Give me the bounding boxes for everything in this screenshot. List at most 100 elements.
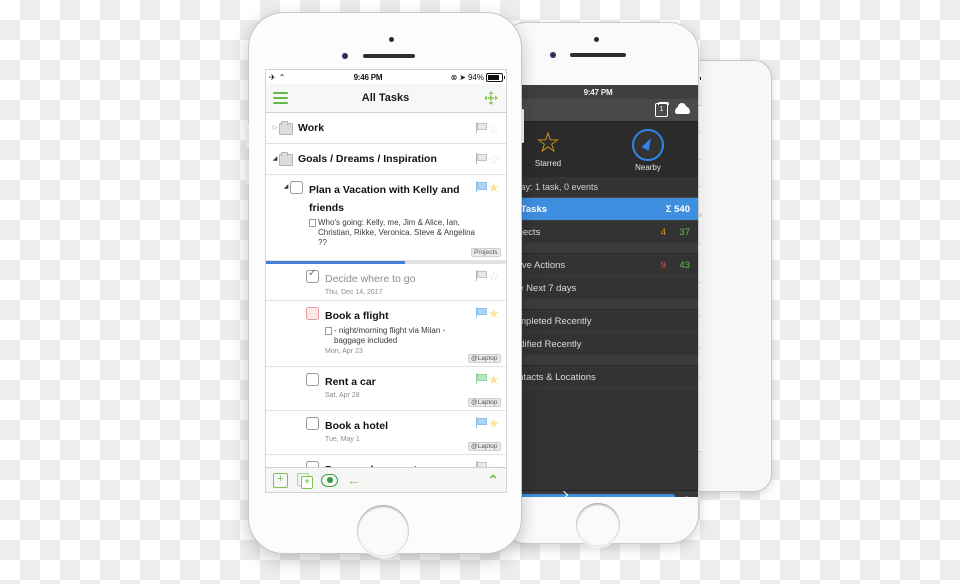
wifi-icon: ⌃	[278, 72, 286, 82]
task-checkbox[interactable]	[306, 416, 319, 430]
pages-icon[interactable]: 1	[655, 101, 669, 117]
proxim-sensor-icon	[342, 53, 348, 59]
phone2-statusbar: 9:47 PM	[498, 85, 698, 99]
sidebar-item-completed-recently[interactable]: Completed Recently	[498, 310, 698, 333]
add-to-inbox-label: Add to Inbox	[571, 496, 626, 497]
task-tag[interactable]: Projects	[470, 248, 501, 257]
sidebar-item-projects[interactable]: Projects 4 37	[498, 221, 698, 244]
sidebar-item-modified-recently[interactable]: Modified Recently	[498, 333, 698, 356]
sidebar-item-count: Σ 540	[665, 203, 690, 215]
chevron-up-icon[interactable]: ⌃	[487, 473, 499, 487]
star-icon[interactable]: ☆	[488, 270, 501, 283]
group-row-work[interactable]: ▷ Work ☆	[266, 113, 506, 144]
task-title: Decide where to go	[325, 272, 416, 285]
phone1-screen: ✈ ⌃ 9:46 PM ⊗ ➤ 94% All Tasks ▷ Work ☆ ◢…	[265, 69, 507, 493]
back-arrow-icon[interactable]: ←	[347, 473, 361, 487]
flag-icon[interactable]	[475, 121, 487, 133]
sidebar-item-label: Modified Recently	[506, 338, 582, 350]
task-checkbox[interactable]	[290, 181, 303, 194]
task-tag[interactable]: @Laptop	[467, 441, 501, 451]
task-tag[interactable]: @Laptop	[467, 397, 501, 407]
star-icon[interactable]: ★	[488, 307, 501, 320]
sidebar-item-label: Active Actions	[506, 259, 566, 271]
alarm-icon: ⊗	[450, 72, 458, 82]
task-note: - night/morning flight via Milan - bagga…	[325, 326, 475, 346]
flag-icon[interactable]	[475, 181, 487, 192]
flag-icon[interactable]	[475, 269, 487, 281]
task-checkbox[interactable]	[306, 268, 319, 283]
disclosure-triangle-icon[interactable]: ▷	[271, 121, 279, 135]
phone1-toolbar: + + ← ⌃	[266, 467, 506, 492]
folder-icon	[279, 151, 293, 166]
star-icon[interactable]: ★	[488, 373, 501, 386]
earpiece-speaker	[363, 54, 415, 58]
sidebar-divider	[498, 244, 698, 254]
task-title: Rent a car	[325, 375, 376, 388]
add-subtask-icon[interactable]: +	[297, 473, 313, 489]
task-checkbox[interactable]	[306, 306, 319, 320]
earpiece-speaker	[570, 53, 626, 57]
phone1-statusbar: ✈ ⌃ 9:46 PM ⊗ ➤ 94%	[266, 70, 506, 84]
task-row[interactable]: Rent a car Sat, Apr 28 ★ @Laptop	[266, 367, 506, 411]
flag-icon[interactable]	[475, 416, 487, 428]
move-arrows-icon[interactable]	[483, 90, 499, 106]
group-label: Work	[298, 122, 325, 134]
sidebar-menu-list: All Tasks Σ 540 Projects 4 37 Active Act…	[498, 198, 698, 490]
disclosure-triangle-icon[interactable]: ◢	[271, 152, 279, 166]
star-icon[interactable]: ★	[488, 181, 501, 194]
disclosure-triangle-icon[interactable]: ◢	[282, 180, 290, 194]
task-title: Plan a Vacation with Kelly and friends	[309, 184, 460, 214]
sidebar-item-due-next-7-days[interactable]: Due Next 7 days	[498, 277, 698, 300]
task-tag[interactable]: @Laptop	[467, 353, 501, 363]
task-row[interactable]: Book a hotel Tue, May 1 ★ @Laptop	[266, 411, 506, 455]
statusbar-right: ⊗ ➤ 94%	[450, 72, 505, 82]
phone1-task-list: ▷ Work ☆ ◢ Goals / Dreams / Inspiration …	[266, 113, 506, 492]
shortcut-label: Nearby	[635, 163, 661, 172]
star-icon[interactable]: ☆	[488, 153, 501, 166]
folder-icon	[279, 120, 293, 135]
eye-view-icon[interactable]	[321, 473, 338, 487]
sidebar-bottom-bar: Add to Inbox ⚙	[498, 490, 698, 497]
sidebar-item-active-actions[interactable]: Active Actions 9 43	[498, 254, 698, 277]
front-camera-icon	[389, 37, 394, 42]
task-row[interactable]: ◢ Plan a Vacation with Kelly and friends…	[266, 175, 506, 261]
compass-icon	[632, 129, 664, 161]
home-button[interactable]	[576, 503, 620, 547]
group-row-goals[interactable]: ◢ Goals / Dreams / Inspiration ☆	[266, 144, 506, 175]
task-checkbox[interactable]	[306, 372, 319, 386]
today-summary-label: Today: 1 task, 0 events	[498, 177, 698, 198]
airplane-icon: ✈	[269, 72, 276, 82]
flag-icon[interactable]	[475, 152, 487, 164]
gear-icon[interactable]: ⚙	[681, 495, 692, 497]
battery-percent-label: 94%	[467, 72, 484, 82]
shortcut-nearby[interactable]: Nearby	[598, 129, 698, 172]
flag-icon[interactable]	[475, 306, 487, 318]
statusbar-left: ✈ ⌃	[269, 73, 285, 82]
volume-button	[246, 159, 249, 185]
sidebar-item-all-tasks[interactable]: All Tasks Σ 540	[498, 198, 698, 221]
task-row[interactable]: Decide where to go Thu, Dec 14, 2017 ☆	[266, 264, 506, 301]
sidebar-item-contacts-locations[interactable]: Contacts & Locations	[498, 366, 698, 389]
home-button[interactable]	[357, 505, 409, 557]
power-button	[521, 109, 524, 143]
star-icon[interactable]: ★	[488, 417, 501, 430]
clock-label: 9:46 PM	[353, 72, 383, 82]
location-arrow-icon: ➤	[459, 72, 466, 82]
battery-icon	[486, 72, 505, 82]
add-to-inbox-button[interactable]: Add to Inbox	[504, 493, 676, 497]
cloud-sync-icon[interactable]	[675, 103, 690, 114]
phone-device-2: 9:47 PM 1 ☆ Starred Nearby Today: 1 task…	[497, 22, 699, 547]
sidebar-item-count-a: 4	[660, 226, 666, 238]
hamburger-menu-icon[interactable]	[273, 91, 288, 105]
clock-label: 9:47 PM	[583, 87, 613, 97]
sidebar-divider	[498, 300, 698, 310]
add-task-icon[interactable]: +	[273, 472, 288, 488]
task-note: Who's going: Kelly, me, Jim & Alice, Ian…	[309, 218, 475, 248]
flag-icon[interactable]	[475, 372, 487, 384]
phone2-screen: 9:47 PM 1 ☆ Starred Nearby Today: 1 task…	[498, 85, 698, 497]
sidebar-shortcuts: ☆ Starred Nearby	[498, 122, 698, 177]
star-icon[interactable]: ☆	[488, 122, 501, 135]
sidebar-item-count-b: 37	[679, 226, 690, 238]
task-row[interactable]: Book a flight - night/morning flight via…	[266, 301, 506, 367]
phone1-navbar: All Tasks	[266, 84, 506, 113]
